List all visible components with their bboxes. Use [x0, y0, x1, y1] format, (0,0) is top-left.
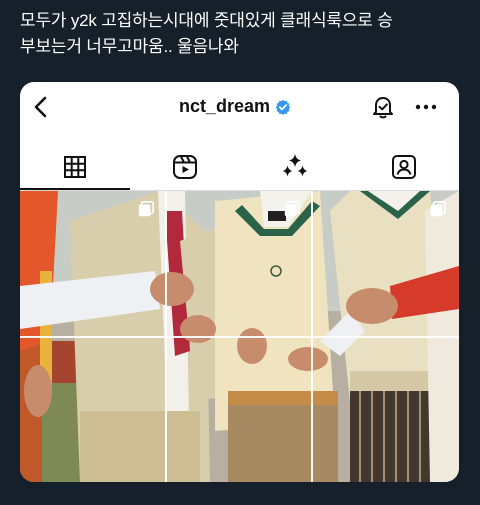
tweet-text-line-2: 부보는거 너무고마움.. 울음나와 — [20, 37, 239, 56]
grid-post-5[interactable] — [167, 338, 311, 482]
grid-icon — [64, 156, 86, 178]
tab-tagged[interactable] — [349, 144, 459, 190]
username-text: nct_dream — [179, 96, 271, 116]
profile-tabs — [20, 144, 459, 192]
tab-sparkle[interactable] — [240, 144, 350, 190]
tagged-person-icon — [392, 155, 416, 179]
posts-photo-grid — [20, 191, 459, 482]
instagram-screenshot-card[interactable]: nct_dream — [20, 82, 459, 482]
notification-bell-icon[interactable] — [370, 94, 396, 120]
grid-post-4[interactable] — [20, 338, 165, 482]
instagram-profile-header: nct_dream — [20, 82, 459, 134]
grid-post-3[interactable] — [313, 191, 459, 336]
verified-badge-icon — [275, 99, 291, 115]
grid-post-1[interactable] — [20, 191, 165, 336]
more-options-icon[interactable] — [414, 96, 438, 118]
tweet-text: 모두가 y2k 고집하는시대에 줏대있게 클래식룩으로 승 부보는거 너무고마움… — [20, 8, 465, 60]
sparkle-icon — [282, 154, 308, 177]
reels-icon — [173, 155, 197, 179]
back-arrow-icon[interactable] — [30, 96, 52, 118]
grid-post-2[interactable] — [167, 191, 311, 336]
profile-username: nct_dream — [179, 96, 291, 117]
tweet-text-line-1: 모두가 y2k 고집하는시대에 줏대있게 클래식룩으로 승 — [20, 11, 393, 30]
tab-reels[interactable] — [130, 144, 240, 190]
tab-posts-grid[interactable] — [20, 144, 130, 190]
grid-post-6[interactable] — [313, 338, 459, 482]
